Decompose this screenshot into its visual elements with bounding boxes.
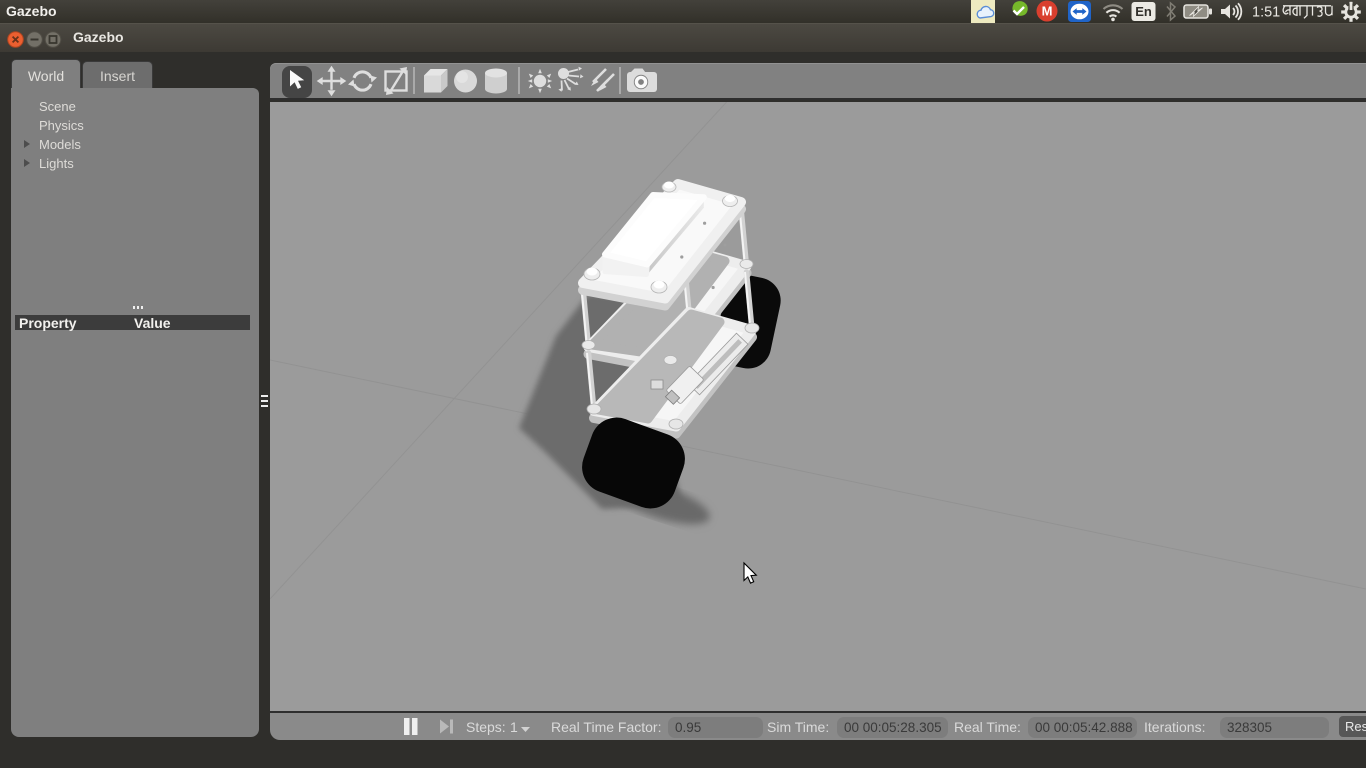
- svg-text:M: M: [1042, 4, 1053, 19]
- svg-text:En: En: [1135, 4, 1152, 19]
- svg-text:1:51: 1:51: [1252, 5, 1280, 21]
